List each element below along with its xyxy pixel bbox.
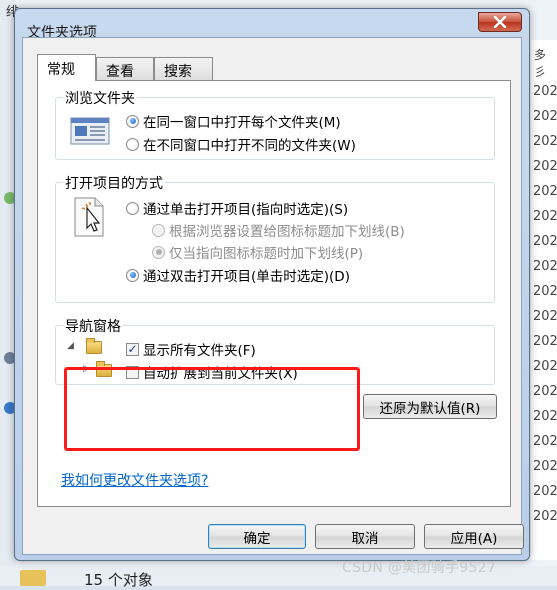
open-items-title: 打开项目的方式 xyxy=(63,173,165,193)
ok-button[interactable]: 确定 xyxy=(208,524,306,549)
underline-browser-radio xyxy=(152,223,165,237)
background-column-header: 多彡 xyxy=(534,48,547,79)
single-click-option[interactable]: 通过单击打开项目(指向时选定)(S) xyxy=(126,198,348,218)
browse-folders-icon xyxy=(70,115,110,151)
browse-folders-title: 浏览文件夹 xyxy=(63,88,137,108)
background-date-cell: 202 xyxy=(533,509,557,524)
new-window-option[interactable]: 在不同窗口中打开不同的文件夹(W) xyxy=(126,134,356,154)
background-date-cell: 202 xyxy=(533,334,557,349)
underline-point-option: 仅当指向图标标题时加下划线(P) xyxy=(152,242,363,262)
tab-view[interactable]: 查看 xyxy=(96,57,154,80)
folder-options-dialog: 文件夹选项 常规 查看 搜索 浏览文件夹 在同一窗口中打开每个文件夹(M) 在不… xyxy=(14,8,530,561)
same-window-radio[interactable] xyxy=(126,114,139,128)
background-date-cell: 202 xyxy=(533,109,557,124)
background-date-cell: 202 xyxy=(533,84,557,99)
click-cursor-icon xyxy=(73,196,107,244)
status-folder-icon xyxy=(20,570,46,586)
background-date-cell: 202 xyxy=(533,409,557,424)
csdn-watermark: CSDN @美团骑手9527 xyxy=(342,560,497,576)
background-date-cell: 202 xyxy=(533,484,557,499)
new-window-label: 在不同窗口中打开不同的文件夹(W) xyxy=(143,138,356,154)
tab-search[interactable]: 搜索 xyxy=(154,57,213,80)
double-click-label: 通过双击打开项目(单击时选定)(D) xyxy=(143,269,350,285)
tab-general[interactable]: 常规 xyxy=(37,54,96,81)
cancel-button[interactable]: 取消 xyxy=(315,524,415,549)
navigation-pane-title: 导航窗格 xyxy=(63,316,123,336)
status-object-count: 15 个对象 xyxy=(84,571,153,589)
close-icon xyxy=(493,16,507,28)
underline-point-label: 仅当指向图标标题时加下划线(P) xyxy=(169,246,364,262)
background-file-list: 202 202 202 202 202 202 202 202 202 202 202 202 202 2… xyxy=(531,40,557,560)
double-click-radio[interactable] xyxy=(126,268,139,282)
dialog-content: 常规 查看 搜索 浏览文件夹 在同一窗口中打开每个文件夹(M) 在不同窗口中打开… xyxy=(22,37,524,555)
background-date-cell: 202 xyxy=(533,209,557,224)
background-date-cell: 202 xyxy=(533,134,557,149)
underline-browser-label: 根据浏览器设置给图标标题加下划线(B) xyxy=(169,224,405,240)
open-items-group: 打开项目的方式 通过单击打开项目(指向时选定)(S) 根据浏览器设置给图标标题加… xyxy=(55,173,495,303)
double-click-option[interactable]: 通过双击打开项目(单击时选定)(D) xyxy=(126,265,350,285)
restore-defaults-button[interactable]: 还原为默认值(R) xyxy=(363,394,497,419)
browse-folders-group: 浏览文件夹 在同一窗口中打开每个文件夹(M) 在不同窗口中打开不同的文件夹(W) xyxy=(55,88,495,160)
background-date-cell: 202 xyxy=(533,459,557,474)
background-date-cell: 202 xyxy=(533,434,557,449)
same-window-option[interactable]: 在同一窗口中打开每个文件夹(M) xyxy=(126,111,341,131)
red-highlight-annotation xyxy=(64,367,360,451)
apply-button[interactable]: 应用(A) xyxy=(424,524,524,549)
general-tab-panel: 浏览文件夹 在同一窗口中打开每个文件夹(M) 在不同窗口中打开不同的文件夹(W)… xyxy=(37,80,511,507)
help-link[interactable]: 我如何更改文件夹选项? xyxy=(61,470,208,490)
show-all-folders-label: 显示所有文件夹(F) xyxy=(143,343,256,359)
single-click-radio[interactable] xyxy=(126,201,139,215)
background-date-cell: 202 xyxy=(533,309,557,324)
same-window-label: 在同一窗口中打开每个文件夹(M) xyxy=(143,115,341,131)
show-all-folders-checkbox[interactable]: ✓ xyxy=(126,342,139,356)
underline-browser-option: 根据浏览器设置给图标标题加下划线(B) xyxy=(152,220,405,240)
folder-icon xyxy=(86,338,102,354)
tree-expanded-icon: ◢ xyxy=(67,341,74,351)
underline-point-radio xyxy=(152,245,165,259)
single-click-label: 通过单击打开项目(指向时选定)(S) xyxy=(143,202,349,218)
background-date-cell: 202 xyxy=(533,359,557,374)
close-button[interactable] xyxy=(478,12,522,32)
new-window-radio[interactable] xyxy=(126,137,139,151)
background-date-cell: 202 xyxy=(533,284,557,299)
background-date-cell: 202 xyxy=(533,184,557,199)
background-date-cell: 202 xyxy=(533,159,557,174)
background-date-cell: 202 xyxy=(533,234,557,249)
background-date-cell: 202 xyxy=(533,384,557,399)
show-all-folders-option[interactable]: ✓ 显示所有文件夹(F) xyxy=(126,339,256,359)
background-date-cell: 202 xyxy=(533,259,557,274)
